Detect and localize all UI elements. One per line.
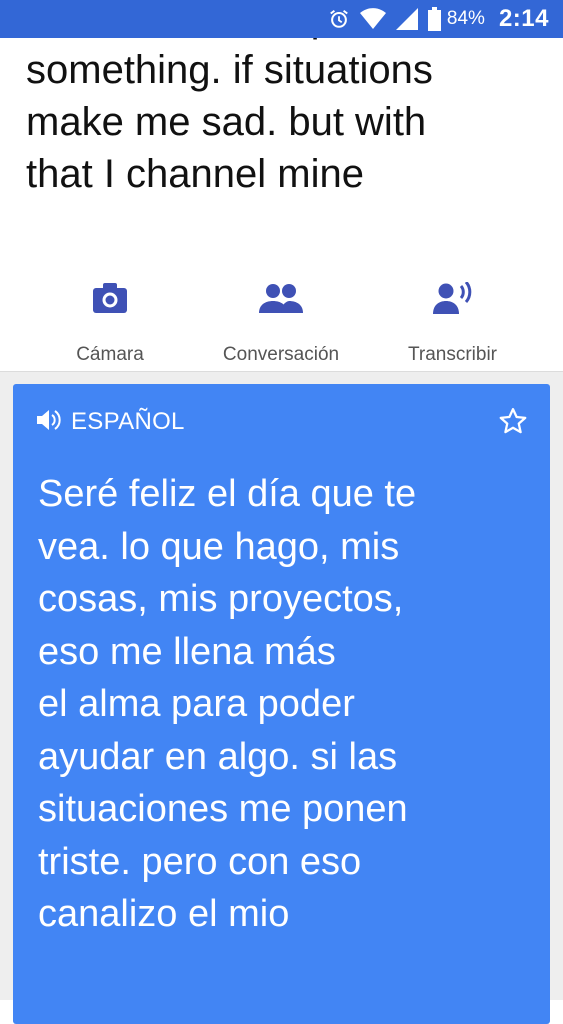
camera-label: Cámara: [76, 344, 144, 365]
input-mode-toolbar: Cámara Conversación Transcribir: [0, 262, 563, 370]
transcribe-label: Transcribir: [407, 344, 498, 365]
speaker-icon[interactable]: [37, 409, 63, 436]
conversation-label: Conversación: [222, 344, 340, 365]
battery-icon: [427, 7, 441, 31]
target-language-label: ESPAÑOL: [71, 408, 185, 435]
clock-time: 2:14: [498, 5, 549, 32]
translation-header: ESPAÑOL: [37, 408, 185, 436]
transcribe-button[interactable]: Transcribir: [342, 262, 563, 370]
wifi-icon: [359, 8, 386, 30]
translated-text: Seré feliz el día que te vea. lo que hag…: [38, 473, 417, 935]
alarm-icon: [328, 8, 350, 30]
signal-icon: [395, 8, 418, 30]
conversation-icon: [259, 278, 303, 318]
camera-button[interactable]: Cámara: [0, 262, 220, 370]
camera-icon: [93, 278, 127, 318]
translation-card[interactable]: ESPAÑOL Seré feliz el día que te vea. lo…: [13, 384, 550, 1024]
star-icon[interactable]: [498, 406, 528, 441]
source-text: to be able to help with something. if si…: [26, 38, 433, 196]
source-text-area[interactable]: to be able to help with something. if si…: [0, 38, 563, 260]
conversation-button[interactable]: Conversación: [220, 262, 342, 370]
transcribe-icon: [432, 278, 473, 318]
battery-percentage: 84%: [446, 8, 485, 29]
status-bar: 84% 2:14: [0, 0, 563, 38]
